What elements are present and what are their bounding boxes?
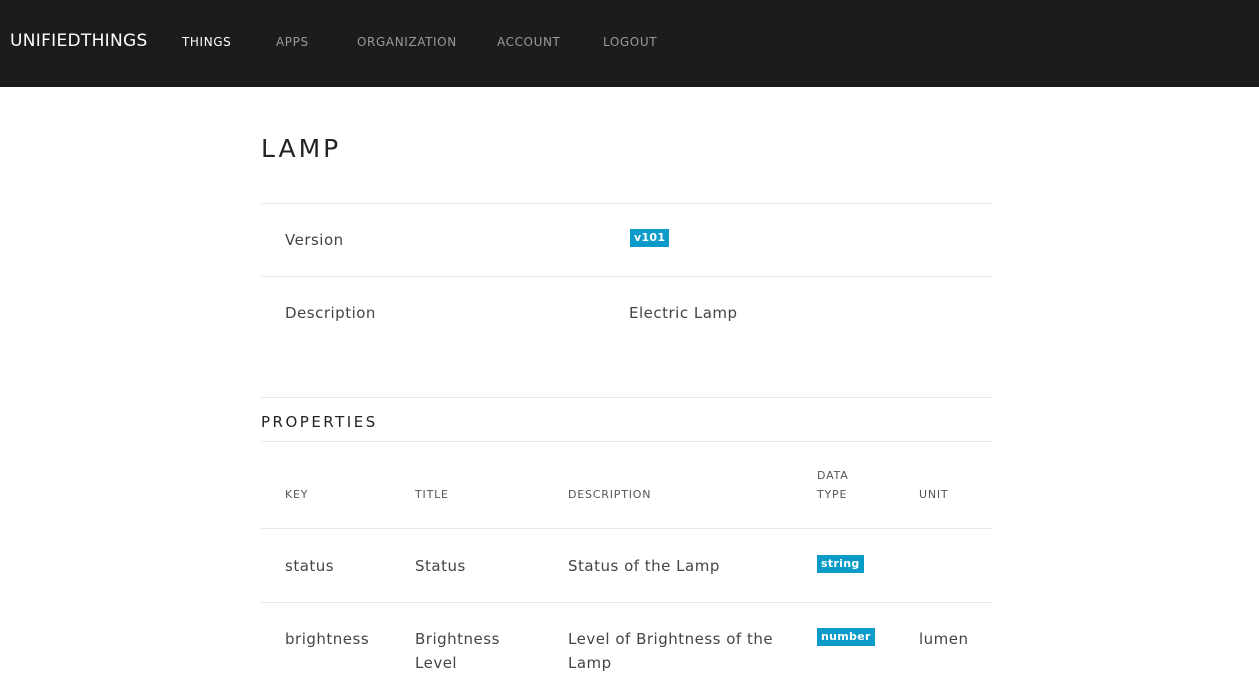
data-type-badge: string [817, 555, 864, 573]
property-description: Status of the Lamp [568, 557, 720, 575]
version-badge: v101 [630, 229, 670, 247]
nav-account[interactable]: ACCOUNT [497, 35, 561, 49]
top-navbar: UNIFIEDTHINGS THINGS APPS ORGANIZATION A… [0, 0, 1259, 87]
divider [261, 276, 992, 277]
divider [261, 203, 992, 204]
divider [261, 602, 992, 603]
column-header-unit: UNIT [919, 488, 949, 501]
property-key: status [285, 557, 335, 575]
description-value: Electric Lamp [629, 304, 738, 322]
property-title: Status [415, 557, 466, 575]
data-type-badge: number [817, 628, 875, 646]
divider [261, 528, 992, 529]
brand-logo[interactable]: UNIFIEDTHINGS [10, 31, 148, 51]
nav-things[interactable]: THINGS [182, 35, 231, 49]
nav-organization[interactable]: ORGANIZATION [357, 35, 457, 49]
column-header-title: TITLE [415, 488, 449, 501]
column-header-key: KEY [285, 488, 309, 501]
properties-title: PROPERTIES [261, 413, 378, 431]
nav-logout[interactable]: LOGOUT [603, 35, 657, 49]
divider [261, 397, 992, 398]
property-key: brightness [285, 630, 370, 648]
property-description: Level of Brightness of the Lamp [568, 630, 774, 672]
divider [261, 441, 992, 442]
page-title: LAMP [261, 134, 342, 163]
column-header-data-type: DATA TYPE [817, 469, 849, 501]
description-label: Description [285, 304, 376, 322]
property-title: Brightness Level [415, 630, 500, 672]
property-unit: lumen [919, 630, 969, 648]
version-label: Version [285, 231, 344, 249]
nav-apps[interactable]: APPS [276, 35, 309, 49]
column-header-description: DESCRIPTION [568, 488, 652, 501]
